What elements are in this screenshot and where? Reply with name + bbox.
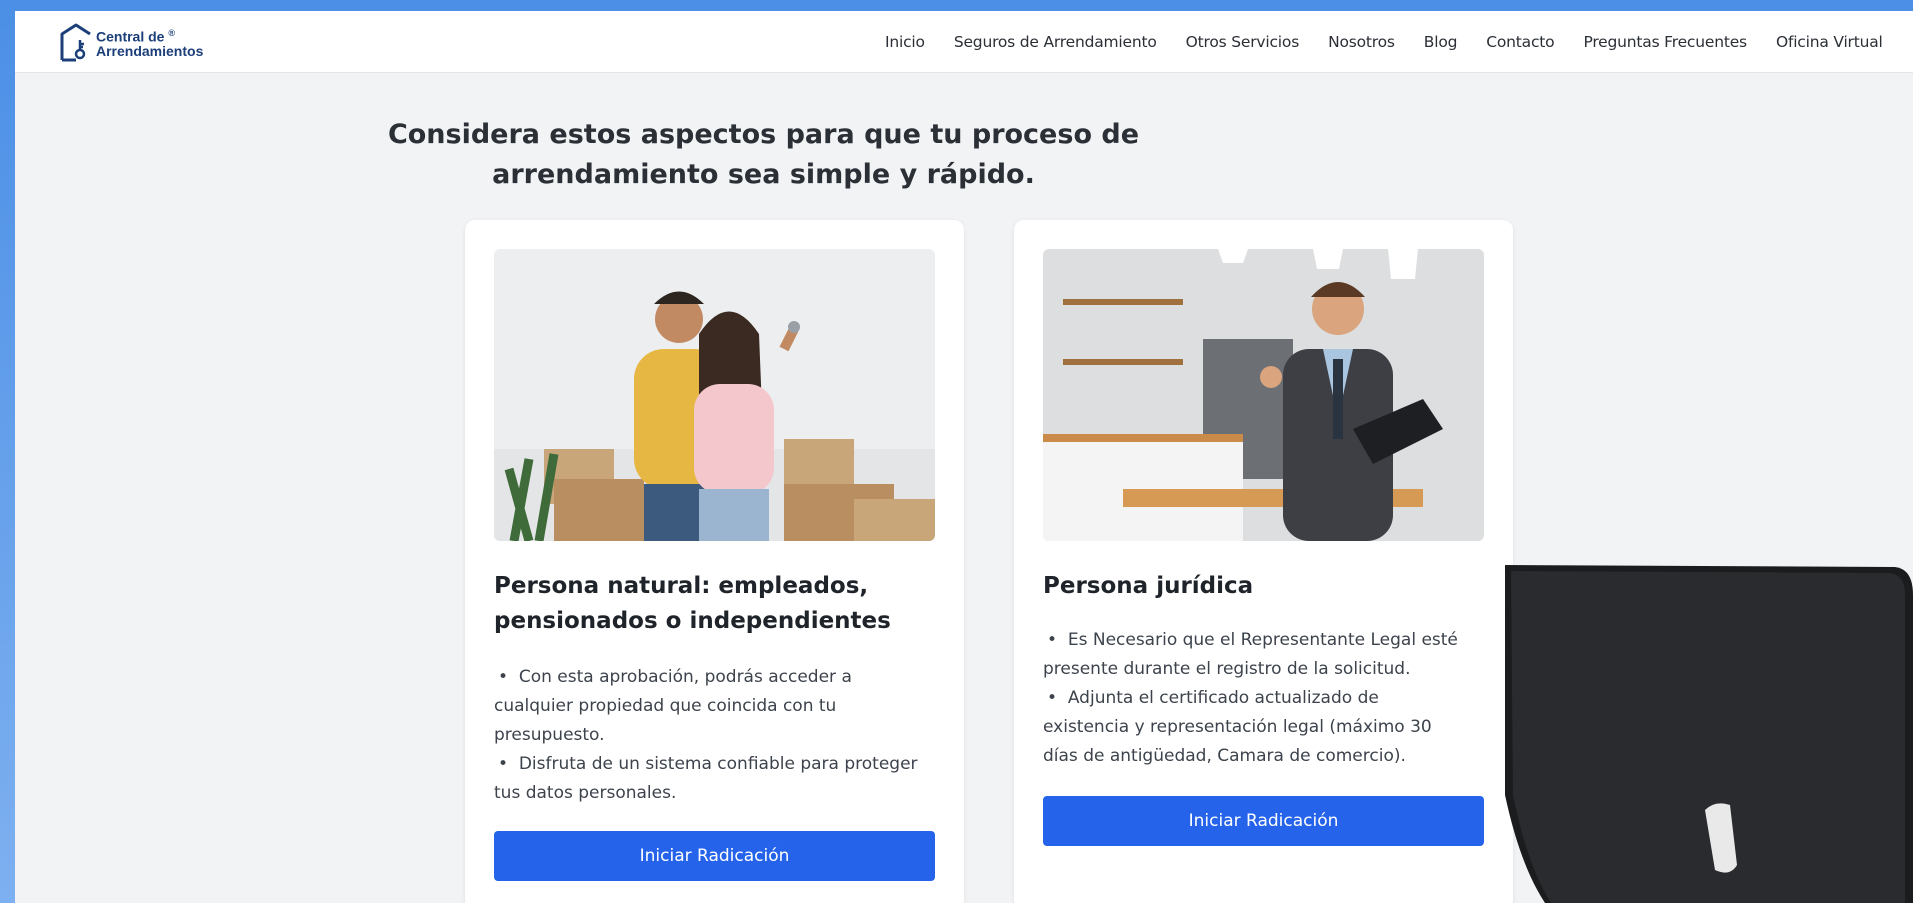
main-nav: Inicio Seguros de Arrendamiento Otros Se… xyxy=(885,11,1912,72)
top-navbar: Central de ® Arrendamientos Inicio Segur… xyxy=(15,11,1913,73)
house-key-icon xyxy=(60,23,91,62)
nav-blog[interactable]: Blog xyxy=(1424,33,1458,51)
laptop-illustration xyxy=(1505,565,1913,903)
list-item-continuation: tus datos personales. xyxy=(494,783,677,803)
iniciar-radicacion-button[interactable]: Iniciar Radicación xyxy=(494,831,935,881)
laptop-image xyxy=(1505,565,1913,903)
registered-mark: ® xyxy=(168,28,175,39)
nav-otros-servicios[interactable]: Otros Servicios xyxy=(1186,33,1300,51)
list-item: Es Necesario que el Representante Legal … xyxy=(1043,626,1488,655)
nav-contacto[interactable]: Contacto xyxy=(1486,33,1554,51)
card-persona-natural: Persona natural: empleados, pensionados … xyxy=(465,220,964,903)
nav-inicio[interactable]: Inicio xyxy=(885,33,925,51)
nav-nosotros[interactable]: Nosotros xyxy=(1328,33,1395,51)
businessman-with-keys-photo xyxy=(1043,249,1484,541)
couple-photo-illustration xyxy=(494,249,935,541)
list-item: Disfruta de un sistema confiable para pr… xyxy=(494,750,939,779)
heading-line-1: Considera estos aspectos para que tu pro… xyxy=(387,119,1140,150)
requirements-list: Con esta aprobación, podrás acceder a cu… xyxy=(494,663,939,808)
nav-seguros-de-arrendamiento[interactable]: Seguros de Arrendamiento xyxy=(954,33,1157,51)
heading-line-2: arrendamiento sea simple y rápido. xyxy=(492,159,1035,190)
list-item-continuation: presente durante el registro de la solic… xyxy=(1043,659,1411,679)
businessman-photo-illustration xyxy=(1043,249,1484,541)
brand-logo[interactable]: Central de ® Arrendamientos xyxy=(58,22,203,62)
card-title: Persona jurídica xyxy=(1043,573,1254,599)
iniciar-radicacion-button[interactable]: Iniciar Radicación xyxy=(1043,796,1484,846)
card-title-line-1: Persona natural: empleados, xyxy=(494,573,869,599)
card-title-line-2: pensionados o independientes xyxy=(494,608,891,634)
nav-oficina-virtual[interactable]: Oficina Virtual xyxy=(1776,33,1883,51)
card-persona-juridica: Persona jurídica Es Necesario que el Rep… xyxy=(1014,220,1513,903)
card-title: Persona natural: empleados, pensionados … xyxy=(494,569,934,639)
list-item: Adjunta el certificado actualizado de xyxy=(1043,684,1488,713)
list-item-continuation: existencia y representación legal (máxim… xyxy=(1043,717,1432,737)
section-heading: Considera estos aspectos para que tu pro… xyxy=(15,115,1512,195)
requirements-list: Es Necesario que el Representante Legal … xyxy=(1043,626,1488,771)
list-item-continuation: presupuesto. xyxy=(494,725,605,745)
list-item: Con esta aprobación, podrás acceder a xyxy=(494,663,939,692)
list-item-continuation: cualquier propiedad que coincida con tu xyxy=(494,696,837,716)
browser-viewport: Central de ® Arrendamientos Inicio Segur… xyxy=(15,11,1913,903)
brand-line-2: Arrendamientos xyxy=(96,42,204,59)
list-item-continuation: días de antigüedad, Camara de comercio). xyxy=(1043,746,1406,766)
brand-name: Central de ® Arrendamientos xyxy=(96,26,203,58)
nav-preguntas-frecuentes[interactable]: Preguntas Frecuentes xyxy=(1583,33,1747,51)
couple-with-keys-photo xyxy=(494,249,935,541)
